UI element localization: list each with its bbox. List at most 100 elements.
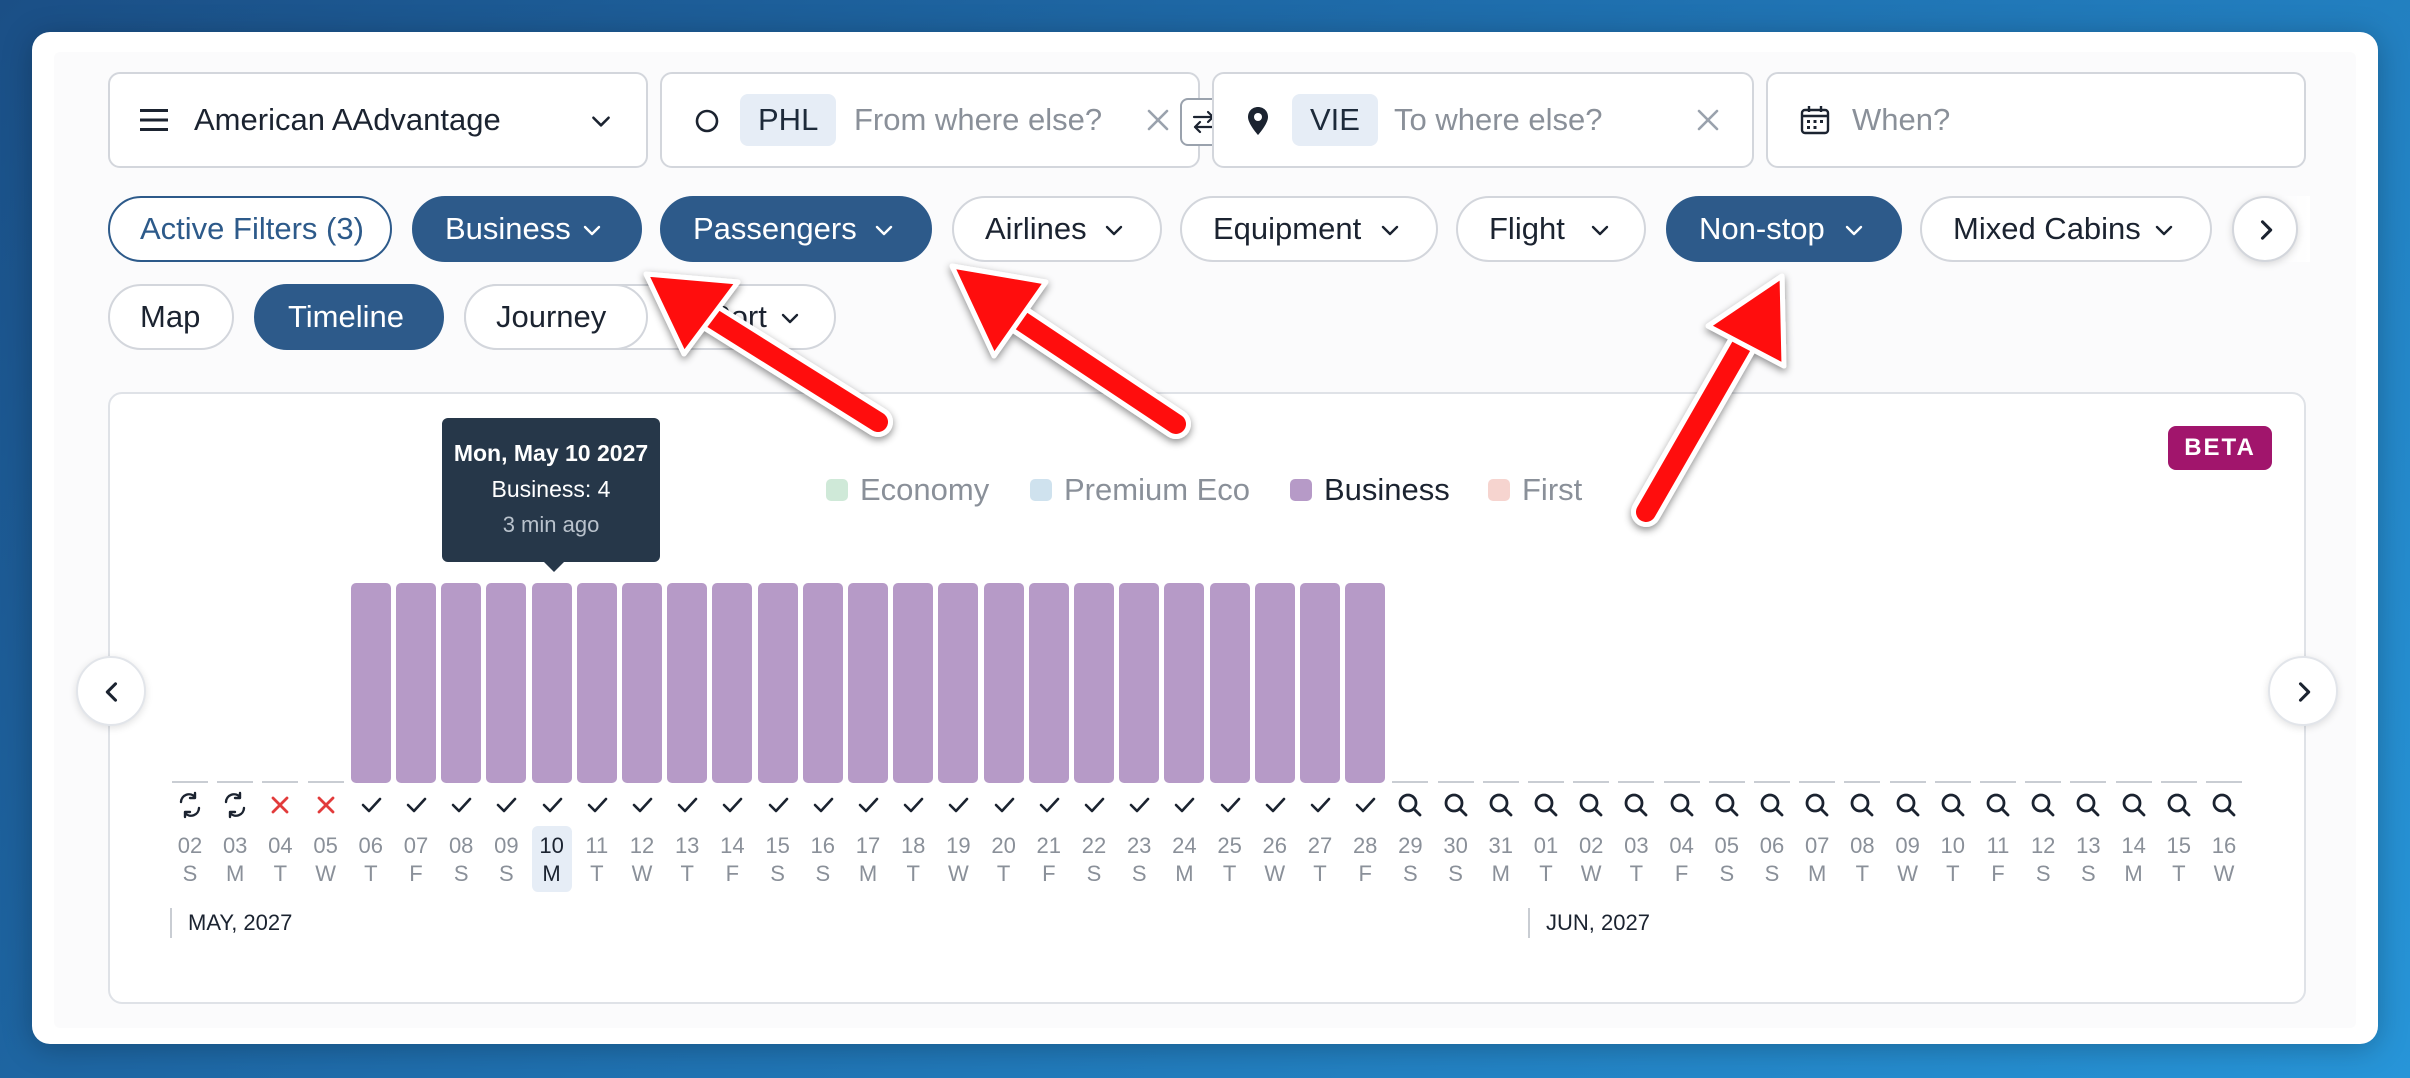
search-icon[interactable] — [1802, 790, 1832, 820]
filter-flight[interactable]: Flight — [1456, 196, 1646, 262]
timeline-prev-button[interactable] — [76, 656, 146, 726]
check-icon[interactable] — [808, 790, 838, 820]
search-icon[interactable] — [1621, 790, 1651, 820]
origin-field[interactable]: PHL From where else? — [660, 72, 1200, 168]
availability-bar[interactable] — [1119, 583, 1160, 783]
availability-bar[interactable] — [396, 583, 436, 783]
view-map[interactable]: Map — [108, 284, 234, 350]
availability-bar[interactable] — [802, 583, 843, 783]
availability-bar[interactable] — [1164, 583, 1205, 783]
day-number-label[interactable]: 16 — [2202, 833, 2246, 859]
check-icon[interactable] — [1350, 790, 1380, 820]
availability-bar[interactable] — [1209, 583, 1250, 783]
refresh-icon[interactable] — [220, 790, 250, 820]
day-number-label[interactable]: 15 — [756, 833, 800, 859]
search-icon[interactable] — [1712, 790, 1742, 820]
day-number-label[interactable]: 12 — [2021, 833, 2065, 859]
program-select[interactable]: American AAdvantage — [108, 72, 648, 168]
availability-bar[interactable] — [938, 583, 979, 783]
search-icon[interactable] — [1757, 790, 1787, 820]
day-number-label[interactable]: 30 — [1434, 833, 1478, 859]
search-icon[interactable] — [1938, 790, 1968, 820]
day-number-label[interactable]: 19 — [936, 833, 980, 859]
search-icon[interactable] — [2164, 790, 2194, 820]
check-icon[interactable] — [717, 790, 747, 820]
clear-origin-icon[interactable] — [1134, 96, 1182, 144]
day-number-label[interactable]: 21 — [1027, 833, 1071, 859]
day-number-label[interactable]: 10 — [1931, 833, 1975, 859]
origin-code-chip[interactable]: PHL — [740, 94, 837, 146]
check-icon[interactable] — [1034, 790, 1064, 820]
day-number-label[interactable]: 11 — [575, 833, 619, 859]
check-icon[interactable] — [943, 790, 973, 820]
day-number-label[interactable]: 09 — [484, 833, 528, 859]
availability-bar[interactable] — [1254, 583, 1295, 783]
day-number-label[interactable]: 14 — [710, 833, 754, 859]
check-icon[interactable] — [401, 790, 431, 820]
check-icon[interactable] — [627, 790, 657, 820]
check-icon[interactable] — [672, 790, 702, 820]
day-number-label[interactable]: 06 — [349, 833, 393, 859]
search-icon[interactable] — [2119, 790, 2149, 820]
search-icon[interactable] — [1847, 790, 1877, 820]
availability-bar[interactable] — [1074, 583, 1114, 783]
day-number-label[interactable]: 03 — [213, 833, 257, 859]
active-filters-button[interactable]: Active Filters (3) — [108, 196, 392, 262]
search-icon[interactable] — [2073, 790, 2103, 820]
check-icon[interactable] — [582, 790, 612, 820]
no-availability-icon[interactable] — [265, 790, 295, 820]
check-icon[interactable] — [898, 790, 928, 820]
day-number-label[interactable]: 23 — [1117, 833, 1161, 859]
filter-business[interactable]: Business — [412, 196, 642, 262]
origin-input[interactable]: From where else? — [854, 74, 1102, 166]
availability-bar[interactable] — [712, 583, 753, 783]
check-icon[interactable] — [1260, 790, 1290, 820]
day-number-label[interactable]: 08 — [439, 833, 483, 859]
check-icon[interactable] — [1169, 790, 1199, 820]
day-number-label[interactable]: 15 — [2157, 833, 2201, 859]
day-number-label[interactable]: 10 — [530, 833, 574, 859]
check-icon[interactable] — [763, 790, 793, 820]
day-number-label[interactable]: 16 — [801, 833, 845, 859]
day-number-label[interactable]: 13 — [665, 833, 709, 859]
journey-pill-face[interactable]: Journey — [464, 284, 648, 350]
availability-bar[interactable] — [1300, 583, 1340, 783]
day-number-label[interactable]: 05 — [304, 833, 348, 859]
search-icon[interactable] — [1667, 790, 1697, 820]
day-number-label[interactable]: 29 — [1388, 833, 1432, 859]
date-field[interactable]: When? — [1766, 72, 2306, 168]
refresh-icon[interactable] — [175, 790, 205, 820]
day-number-label[interactable]: 20 — [982, 833, 1026, 859]
search-icon[interactable] — [2209, 790, 2239, 820]
day-number-label[interactable]: 07 — [1795, 833, 1839, 859]
day-number-label[interactable]: 14 — [2112, 833, 2156, 859]
check-icon[interactable] — [1124, 790, 1154, 820]
day-number-label[interactable]: 31 — [1479, 833, 1523, 859]
clear-destination-icon[interactable] — [1684, 96, 1732, 144]
filter-non-stop[interactable]: Non-stop — [1666, 196, 1902, 262]
day-number-label[interactable]: 01 — [1524, 833, 1568, 859]
day-number-label[interactable]: 17 — [846, 833, 890, 859]
availability-bar[interactable] — [893, 583, 934, 783]
availability-bar[interactable] — [1028, 583, 1069, 783]
day-number-label[interactable]: 22 — [1072, 833, 1116, 859]
date-input[interactable]: When? — [1852, 74, 1950, 166]
day-number-label[interactable]: 26 — [1253, 833, 1297, 859]
check-icon[interactable] — [356, 790, 386, 820]
availability-bar[interactable] — [1345, 583, 1386, 783]
no-availability-icon[interactable] — [311, 790, 341, 820]
destination-code-chip[interactable]: VIE — [1292, 94, 1378, 146]
availability-bar[interactable] — [983, 583, 1024, 783]
check-icon[interactable] — [853, 790, 883, 820]
search-icon[interactable] — [1576, 790, 1606, 820]
check-icon[interactable] — [491, 790, 521, 820]
day-number-label[interactable]: 27 — [1298, 833, 1342, 859]
search-icon[interactable] — [2028, 790, 2058, 820]
day-number-label[interactable]: 04 — [1660, 833, 1704, 859]
day-number-label[interactable]: 08 — [1840, 833, 1884, 859]
search-icon[interactable] — [1486, 790, 1516, 820]
day-number-label[interactable]: 06 — [1750, 833, 1794, 859]
check-icon[interactable] — [1215, 790, 1245, 820]
filter-equipment[interactable]: Equipment — [1180, 196, 1438, 262]
availability-bar[interactable] — [441, 583, 482, 783]
